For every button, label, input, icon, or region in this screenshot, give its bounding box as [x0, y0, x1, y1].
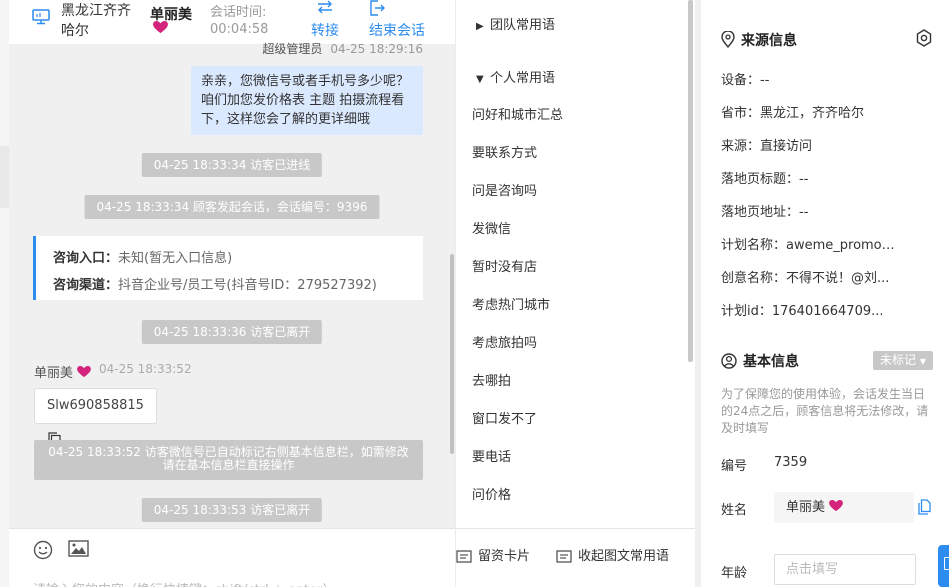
card-icon	[556, 550, 572, 567]
end-session-button[interactable]: 结束会话	[369, 0, 429, 44]
monitor-icon	[32, 9, 50, 29]
creative-name-row: 创意名称：不得不说！@刘...	[721, 271, 890, 286]
consult-entry-label: 咨询入口：	[53, 251, 119, 266]
agent-sender-time: 04-25 18:29:16	[330, 42, 423, 56]
caret-right-icon: ▶	[476, 21, 484, 32]
consult-channel-value: 抖音企业号/员工号(抖音号ID：279527392)	[118, 278, 377, 293]
card-icon	[456, 550, 472, 567]
phrase-item[interactable]: 问是咨询吗	[472, 180, 537, 199]
team-phrases-group[interactable]: ▶ 团队常用语	[476, 14, 555, 33]
source-row: 来源：直接访问	[721, 139, 813, 154]
visitor-wechat-message[interactable]: Slw690858815	[34, 388, 157, 445]
message-input[interactable]: 请输入您的内容（换行快捷键：shift/ctrl + enter）	[33, 579, 336, 587]
settings-icon[interactable]	[915, 29, 933, 51]
heart-icon	[77, 366, 92, 378]
phrase-item[interactable]: 问价格	[472, 484, 511, 503]
visitor-message-name: 单丽美	[34, 362, 92, 381]
exit-icon	[369, 0, 429, 22]
source-info-title: 来源信息	[721, 30, 797, 52]
consult-info-card: 咨询入口：未知(暂无入口信息) 咨询渠道：抖音企业号/员工号(抖音号ID：279…	[33, 236, 423, 300]
caret-down-icon: ▼	[919, 357, 926, 366]
phrase-item[interactable]: 考虑热门城市	[472, 294, 550, 313]
left-gutter	[0, 0, 9, 587]
age-label: 年龄	[721, 566, 748, 581]
basic-info-title: 基本信息	[721, 351, 799, 373]
name-field[interactable]: 单丽美	[774, 492, 914, 523]
phrase-item[interactable]: 发微信	[472, 218, 511, 237]
session-time-label: 会话时间:	[210, 5, 267, 20]
phrases-footer: 留资卡片 收起图文常用语	[456, 528, 696, 578]
phrase-item[interactable]: 窗口发不了	[472, 408, 537, 427]
consult-channel-row: 咨询渠道：抖音企业号/员工号(抖音号ID：279527392)	[53, 272, 423, 299]
system-notice-wechat-tagged: 04-25 18:33:52 访客微信号已自动标记右侧基本信息栏，如需修改请在基…	[34, 440, 423, 480]
team-phrases-label: 团队常用语	[490, 18, 556, 33]
image-icon[interactable]	[68, 540, 89, 561]
age-input[interactable]	[774, 554, 916, 585]
device-row: 设备：--	[721, 73, 770, 88]
copy-icon[interactable]	[917, 499, 931, 519]
landing-url-row: 落地页地址：--	[721, 205, 809, 220]
id-value: 7359	[774, 455, 808, 470]
chat-header: 黑龙江齐齐哈尔 单丽美 会话时间: 00:04:58 转接 结束会话	[9, 0, 455, 44]
collapse-phrases-button[interactable]: 收起图文常用语	[556, 545, 669, 567]
transfer-label: 转接	[311, 23, 339, 39]
phrase-item[interactable]: 去哪拍	[472, 370, 511, 389]
agent-sender-stamp: 超级管理员 04-25 18:29:16	[262, 40, 423, 57]
collapse-phrases-label: 收起图文常用语	[578, 549, 670, 564]
personal-phrases-group[interactable]: ▼ 个人常用语	[476, 67, 555, 86]
visitor-message-time: 04-25 18:33:52	[99, 362, 192, 376]
phrase-item[interactable]: 要联系方式	[472, 142, 537, 161]
consult-entry-value: 未知(暂无入口信息)	[118, 251, 233, 266]
phrases-scrollbar[interactable]	[688, 0, 693, 362]
message-list[interactable]: 超级管理员 04-25 18:29:16 亲亲，您微信号或者手机号多少呢？咱们加您…	[9, 42, 455, 528]
system-notice: 04-25 18:33:36 访客已离开	[141, 320, 323, 344]
system-notice: 04-25 18:33:34 顾客发起会话，会话编号：9396	[84, 195, 380, 219]
heart-icon	[829, 500, 844, 512]
chat-input-area: 请输入您的内容（换行快捷键：shift/ctrl + enter）	[9, 528, 455, 587]
customer-info-panel: 来源信息 设备：-- 省市：黑龙江，齐齐哈尔 来源：直接访问 落地页标题：-- …	[695, 0, 949, 587]
phrase-item[interactable]: 暂时没有店	[472, 256, 537, 275]
lead-card-button[interactable]: 留资卡片	[456, 545, 530, 567]
system-notice: 04-25 18:33:53 访客已离开	[141, 498, 323, 522]
personal-phrases-label: 个人常用语	[490, 71, 556, 86]
session-time: 00:04:58	[210, 22, 269, 37]
province-city-row: 省市：黑龙江，齐齐哈尔	[721, 106, 865, 121]
message-scrollbar[interactable]	[450, 254, 454, 454]
caret-down-icon: ▼	[476, 74, 484, 85]
visitor-wechat-text: Slw690858815	[47, 398, 144, 413]
transfer-icon	[307, 0, 343, 22]
name-label: 姓名	[721, 503, 748, 518]
plan-id-row: 计划id：176401664709...	[721, 304, 884, 319]
end-session-label: 结束会话	[369, 23, 425, 39]
id-label: 编号	[721, 459, 748, 474]
app-window: 黑龙江齐齐哈尔 单丽美 会话时间: 00:04:58 转接 结束会话 超级管理员…	[0, 0, 949, 587]
tag-dropdown[interactable]: 未标记 ▼	[873, 351, 933, 370]
emoji-icon[interactable]	[33, 540, 53, 564]
location-pin-icon	[721, 30, 735, 52]
landing-title-row: 落地页标题：--	[721, 172, 809, 187]
visitor-location: 黑龙江齐齐哈尔	[61, 3, 131, 39]
session-list-tab[interactable]	[0, 146, 9, 208]
consult-entry-row: 咨询入口：未知(暂无入口信息)	[53, 245, 423, 272]
chat-panel: 黑龙江齐齐哈尔 单丽美 会话时间: 00:04:58 转接 结束会话 超级管理员…	[9, 0, 455, 587]
edit-notice: 为了保障您的使用体验，会话发生当日的24点之后，顾客信息将无法修改，请及时填写	[721, 387, 929, 435]
lead-card-label: 留资卡片	[478, 549, 531, 564]
consult-channel-label: 咨询渠道：	[53, 278, 119, 293]
phrase-item[interactable]: 考虑旅拍吗	[472, 332, 537, 351]
phrase-item[interactable]: 问好和城市汇总	[472, 104, 563, 123]
plan-name-row: 计划名称：aweme_promot...	[721, 238, 899, 253]
floating-side-button[interactable]	[938, 545, 949, 587]
phrase-item[interactable]: 要电话	[472, 446, 511, 465]
agent-sender-name: 超级管理员	[262, 42, 323, 56]
system-notice: 04-25 18:33:34 访客已进线	[141, 153, 323, 177]
user-circle-icon	[721, 353, 737, 373]
common-phrases-panel: ▶ 团队常用语 ▼ 个人常用语 问好和城市汇总 要联系方式 问是咨询吗 发微信 暂时…	[455, 0, 696, 587]
transfer-button[interactable]: 转接	[307, 0, 343, 44]
heart-icon	[153, 21, 168, 38]
agent-message-bubble: 亲亲，您微信号或者手机号多少呢？咱们加您发价格表 主题 拍摄流程看下，这样您会了…	[191, 66, 423, 135]
